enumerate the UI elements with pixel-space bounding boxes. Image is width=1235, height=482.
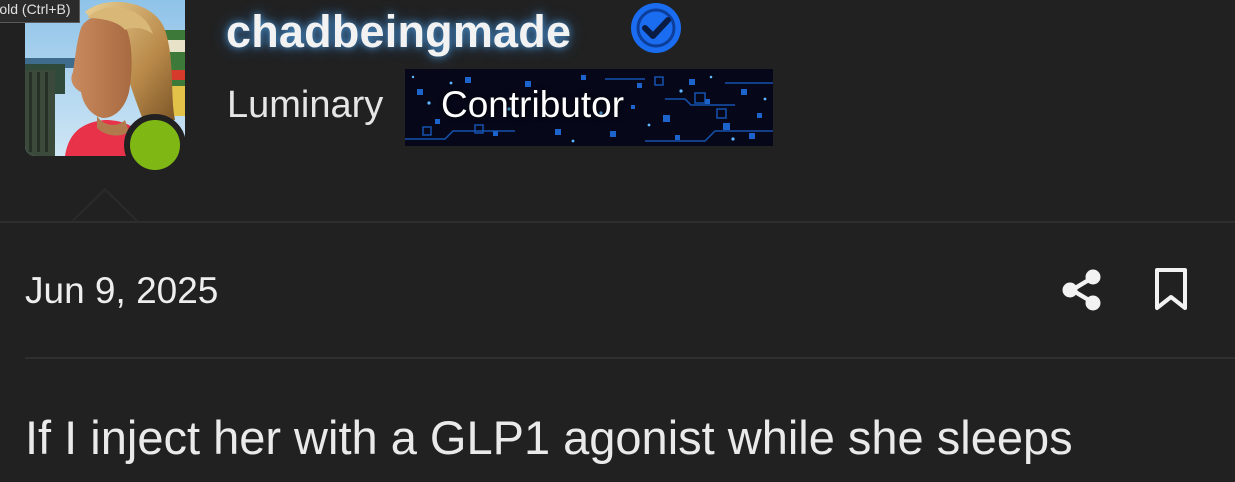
profile-header: chadbeingmade Luminary Contributor — [0, 0, 1235, 223]
header-divider — [0, 221, 1235, 223]
bookmark-button[interactable] — [1151, 266, 1191, 314]
verified-check-icon — [630, 2, 682, 54]
post-body: If I inject her with a GLP1 agonist whil… — [25, 411, 1073, 464]
post-date: Jun 9, 2025 — [25, 270, 219, 311]
username[interactable]: chadbeingmade — [226, 6, 571, 58]
online-status-indicator — [124, 114, 186, 176]
bold-tooltip: Bold (Ctrl+B) — [0, 0, 80, 23]
share-icon — [1062, 269, 1101, 311]
content-divider — [25, 357, 1235, 359]
user-rank: Luminary — [227, 84, 384, 126]
bookmark-icon — [1155, 268, 1187, 310]
contributor-badge: Contributor — [405, 69, 773, 146]
badge-label: Contributor — [441, 84, 625, 125]
share-button[interactable] — [1060, 268, 1104, 312]
